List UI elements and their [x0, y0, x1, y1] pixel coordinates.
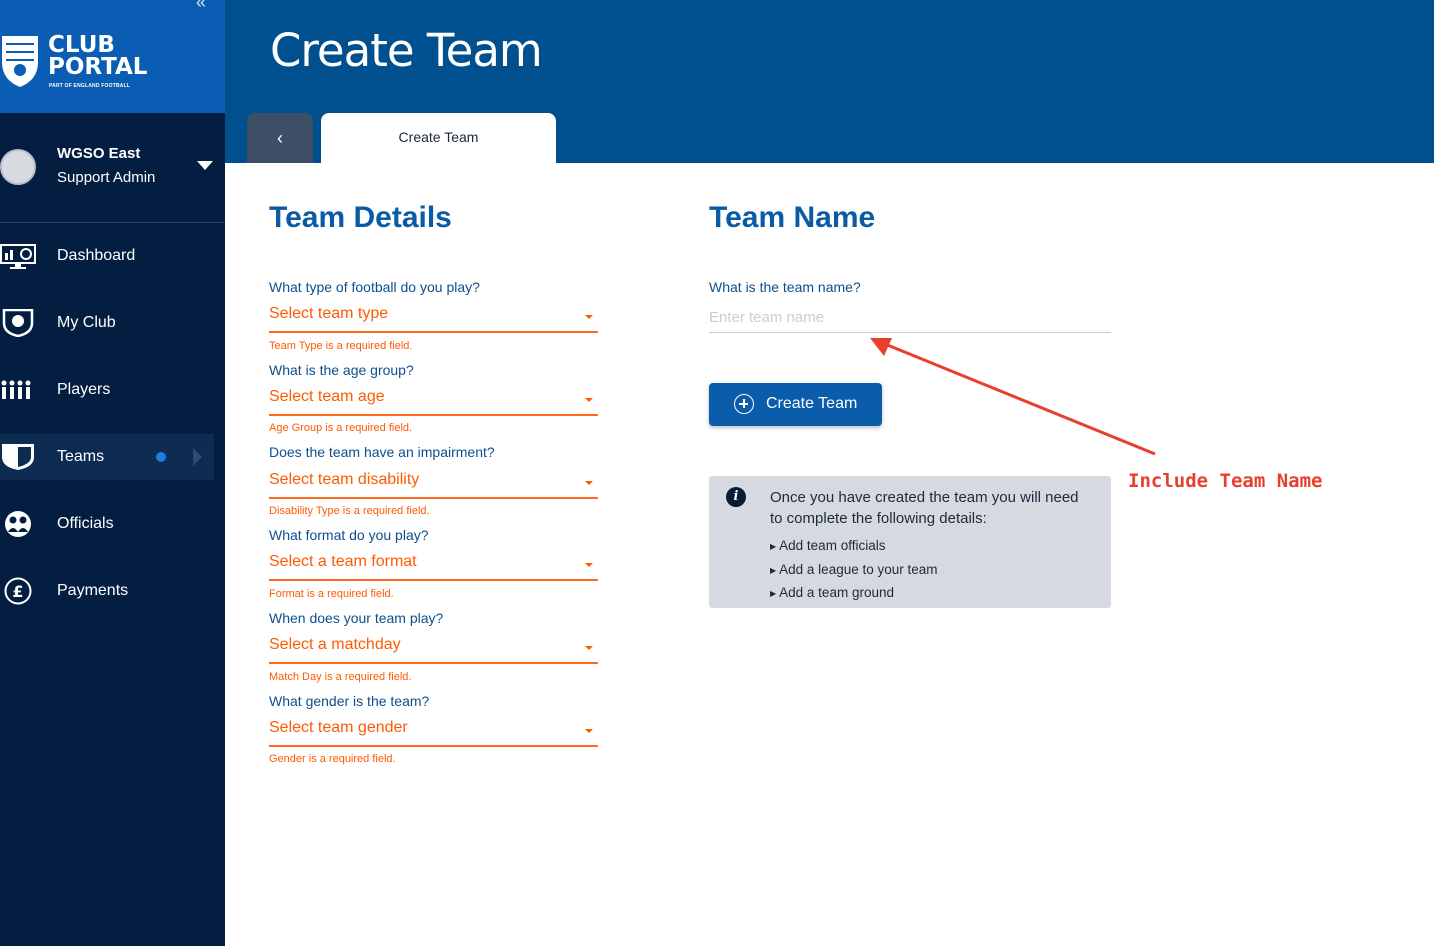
format-select[interactable]: Select a team format	[269, 548, 598, 581]
sidebar-item-officials[interactable]: Officials	[0, 501, 214, 547]
brand-subtitle: PART OF ENGLAND FOOTBALL	[49, 83, 131, 89]
sidebar: « CLUB PORTAL PART OF ENGLAND FOOTBALL W…	[0, 0, 225, 946]
team-name-label: What is the team name?	[709, 279, 861, 295]
back-button[interactable]: ‹	[247, 113, 313, 163]
team-type-error: Team Type is a required field.	[269, 340, 413, 352]
pound-icon: £	[4, 577, 32, 605]
collapse-sidebar-icon[interactable]: «	[196, 0, 206, 13]
team-type-label: What type of football do you play?	[269, 279, 480, 295]
gender-error: Gender is a required field.	[269, 753, 396, 765]
user-role: Support Admin	[57, 169, 156, 186]
plus-circle-icon	[734, 394, 754, 414]
sidebar-item-label: Teams	[57, 448, 105, 465]
sidebar-item-label: Payments	[57, 582, 129, 599]
brand-area: « CLUB PORTAL PART OF ENGLAND FOOTBALL	[0, 0, 225, 113]
caret-down-icon	[585, 398, 593, 402]
annotation-arrow	[870, 338, 1156, 456]
teams-shield-icon	[2, 444, 34, 470]
info-icon: i	[726, 487, 746, 507]
user-name: WGSO East	[57, 145, 141, 162]
matchday-error: Match Day is a required field.	[269, 671, 412, 683]
age-group-label: What is the age group?	[269, 362, 414, 378]
team-type-select-value: Select team type	[269, 305, 389, 322]
sidebar-item-label: Dashboard	[57, 247, 136, 264]
sidebar-item-players[interactable]: Players	[0, 367, 214, 413]
user-menu[interactable]: WGSO East Support Admin	[0, 113, 225, 223]
disability-select[interactable]: Select team disability	[269, 466, 598, 499]
sidebar-item-dashboard[interactable]: Dashboard	[0, 233, 214, 279]
team-details-title: Team Details	[269, 201, 452, 234]
gender-label: What gender is the team?	[269, 693, 430, 709]
caret-down-icon	[585, 563, 593, 567]
sidebar-item-label: Players	[57, 381, 111, 398]
dashboard-icon	[0, 244, 36, 269]
gender-select[interactable]: Select team gender	[269, 714, 598, 747]
crest-logo-icon	[2, 36, 38, 87]
info-list: Add team officials Add a league to your …	[770, 535, 938, 606]
create-team-button-label: Create Team	[766, 395, 858, 412]
matchday-select-value: Select a matchday	[269, 636, 401, 653]
matchday-select[interactable]: Select a matchday	[269, 631, 598, 664]
age-group-select[interactable]: Select team age	[269, 383, 598, 416]
svg-text:£: £	[12, 582, 23, 601]
caret-down-icon	[585, 646, 593, 650]
matchday-label: When does your team play?	[269, 610, 444, 626]
list-item: Add a league to your team	[770, 559, 937, 583]
caret-down-icon	[585, 481, 593, 485]
sidebar-item-my-club[interactable]: My Club	[0, 300, 214, 346]
list-item: Add a team ground	[770, 582, 938, 606]
brand-title-line2: PORTAL	[48, 54, 148, 80]
club-shield-icon	[2, 309, 34, 337]
team-type-select[interactable]: Select team type	[269, 300, 598, 333]
page-title: Create Team	[270, 24, 543, 77]
sidebar-item-teams[interactable]: Teams	[0, 434, 214, 480]
team-name-title: Team Name	[709, 201, 876, 234]
team-name-input[interactable]	[709, 302, 1111, 333]
info-box: i Once you have created the team you wil…	[709, 476, 1111, 608]
format-select-value: Select a team format	[269, 553, 417, 570]
caret-down-icon	[585, 729, 593, 733]
sidebar-item-label: My Club	[57, 314, 116, 331]
chevron-down-icon[interactable]	[197, 161, 213, 170]
players-icon	[1, 380, 31, 399]
active-indicator-dot	[156, 452, 166, 462]
format-error: Format is a required field.	[269, 588, 394, 600]
list-item: Add team officials	[770, 535, 938, 559]
brand-title: CLUB PORTAL	[48, 32, 148, 80]
impairment-label: Does the team have an impairment?	[269, 444, 495, 460]
chevron-right-icon	[193, 448, 202, 466]
info-text: Once you have created the team you will …	[770, 489, 1079, 527]
create-team-button[interactable]: Create Team	[709, 383, 882, 426]
caret-down-icon	[585, 315, 593, 319]
avatar	[0, 149, 36, 185]
tab-create-team[interactable]: Create Team	[321, 113, 556, 163]
disability-select-value: Select team disability	[269, 471, 420, 488]
sidebar-item-payments[interactable]: £ Payments	[0, 568, 214, 614]
page-header: Create Team ‹ Create Team	[225, 0, 1434, 163]
officials-icon	[5, 511, 31, 537]
sidebar-item-label: Officials	[57, 515, 114, 532]
age-group-select-value: Select team age	[269, 388, 385, 405]
age-group-error: Age Group is a required field.	[269, 422, 413, 434]
gender-select-value: Select team gender	[269, 719, 408, 736]
brand-title-line1: CLUB	[48, 32, 115, 58]
format-label: What format do you play?	[269, 527, 429, 543]
annotation-label: Include Team Name	[1128, 470, 1323, 492]
disability-error: Disability Type is a required field.	[269, 505, 430, 517]
